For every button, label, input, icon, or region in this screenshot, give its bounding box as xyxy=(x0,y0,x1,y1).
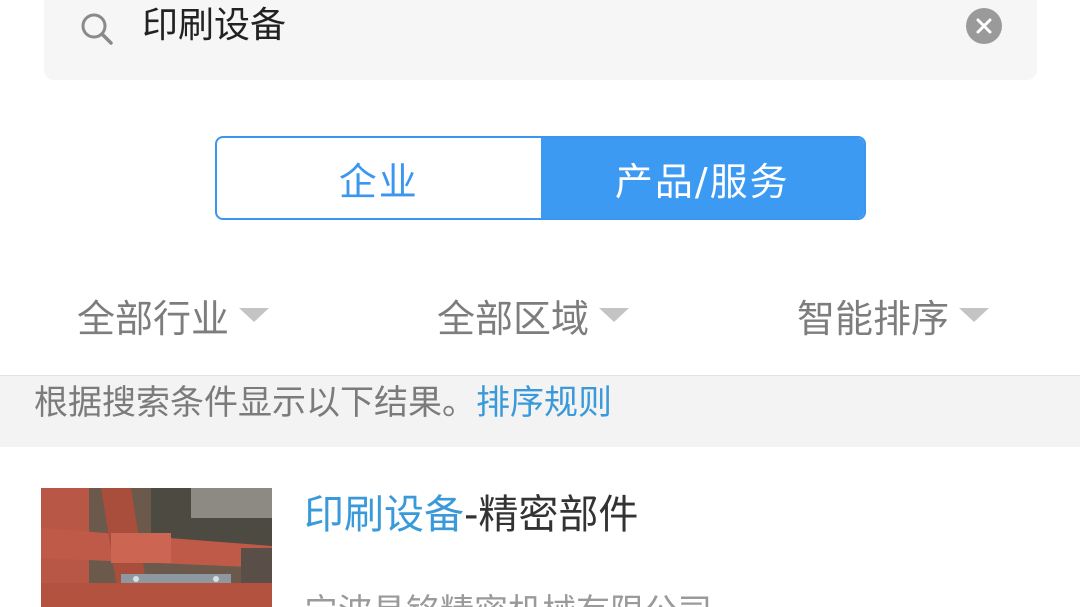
chevron-down-icon xyxy=(959,308,990,322)
chevron-down-icon xyxy=(599,308,630,322)
filter-sort-label: 智能排序 xyxy=(797,296,950,341)
clear-search-button[interactable] xyxy=(966,8,1002,44)
results-info-bar: 根据搜索条件显示以下结果。排序规则 xyxy=(0,375,1080,447)
result-title[interactable]: 印刷设备-精密部件 xyxy=(304,488,638,542)
tab-products-services[interactable]: 产品/服务 xyxy=(540,138,864,218)
result-thumbnail[interactable] xyxy=(41,488,272,607)
search-icon xyxy=(81,13,113,45)
result-title-highlight: 印刷设备 xyxy=(304,492,464,538)
filter-bar: 全部行业 全部区域 智能排序 xyxy=(0,280,1080,350)
close-icon xyxy=(976,18,992,34)
filter-region-label: 全部区域 xyxy=(437,296,590,341)
chevron-down-icon xyxy=(239,308,270,322)
filter-region[interactable]: 全部区域 xyxy=(437,280,630,350)
tab-enterprise[interactable]: 企业 xyxy=(217,138,541,218)
product-image xyxy=(41,488,272,607)
result-company: 宁波昌铭精密机械有限公司 xyxy=(304,592,712,607)
filter-sort[interactable]: 智能排序 xyxy=(797,280,990,350)
filter-industry-label: 全部行业 xyxy=(77,296,230,341)
search-type-segment: 企业 产品/服务 xyxy=(215,136,866,220)
results-info-message: 根据搜索条件显示以下结果。 xyxy=(34,383,476,423)
search-input[interactable]: 印刷设备 xyxy=(142,3,286,49)
result-title-rest: -精密部件 xyxy=(464,492,639,538)
filter-industry[interactable]: 全部行业 xyxy=(77,280,270,350)
page: 印刷设备 企业 产品/服务 全部行业 全部区域 智能排序 根据搜索条件显示以下结… xyxy=(0,0,1080,607)
sort-rules-link[interactable]: 排序规则 xyxy=(476,383,612,423)
results-info-text: 根据搜索条件显示以下结果。排序规则 xyxy=(34,376,612,430)
